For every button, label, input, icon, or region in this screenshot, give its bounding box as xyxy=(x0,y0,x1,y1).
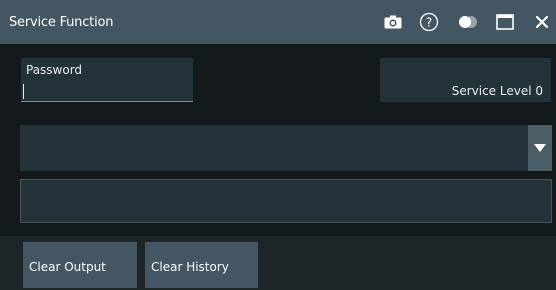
text-cursor xyxy=(23,84,24,99)
password-input[interactable] xyxy=(21,80,193,102)
chevron-down-icon xyxy=(534,144,546,152)
service-level-text: Service Level 0 xyxy=(451,84,543,98)
password-field[interactable]: Password xyxy=(21,58,193,102)
camera-icon[interactable] xyxy=(382,11,404,33)
window-title: Service Function xyxy=(9,15,114,30)
title-bar: Service Function ? xyxy=(0,0,556,44)
clear-output-button[interactable]: Clear Output xyxy=(23,242,137,288)
svg-text:?: ? xyxy=(426,16,432,30)
toggle-icon[interactable] xyxy=(456,11,480,33)
output-field[interactable] xyxy=(20,179,552,223)
password-label: Password xyxy=(26,63,83,77)
clear-history-label: Clear History xyxy=(151,260,229,274)
service-function-dialog: Service Function ? Password Service Leve… xyxy=(0,0,556,290)
clear-output-label: Clear Output xyxy=(29,260,106,274)
close-icon[interactable] xyxy=(532,11,552,33)
clear-history-button[interactable]: Clear History xyxy=(145,242,258,288)
dropdown-arrow-button[interactable] xyxy=(528,125,552,171)
service-level-display: Service Level 0 xyxy=(380,58,551,102)
password-focus-underline xyxy=(21,101,193,102)
function-select[interactable] xyxy=(20,125,552,171)
maximize-icon[interactable] xyxy=(494,11,516,33)
help-icon[interactable]: ? xyxy=(418,11,440,33)
